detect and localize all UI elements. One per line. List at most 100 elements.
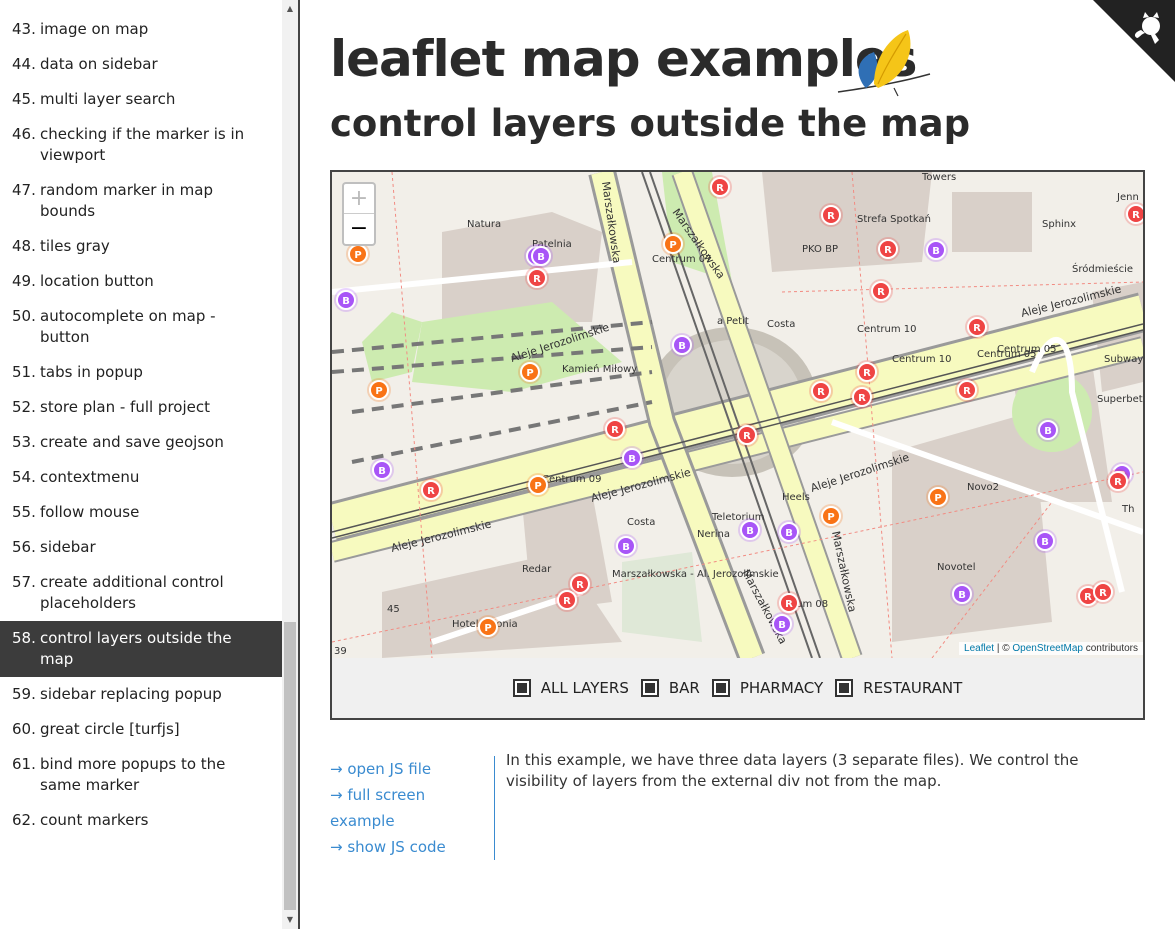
sidebar-item-label: scale [40,0,264,5]
restaurant-marker[interactable]: R [603,417,627,441]
sidebar-item-number: 46. [12,125,36,143]
layer-toggle-restaurant[interactable]: RESTAURANT [835,679,962,697]
restaurant-marker[interactable]: R [708,175,732,199]
sidebar-scrollbar[interactable]: ▲ ▼ [282,0,298,929]
sidebar-list: 42.scale43.image on map44.data on sideba… [0,0,282,838]
sidebar-item[interactable]: 48. tiles gray [0,229,282,264]
layer-label-bar: BAR [668,679,700,697]
scrollbar-thumb[interactable] [284,622,296,910]
sidebar-item[interactable]: 45. multi layer search [0,82,282,117]
restaurant-marker[interactable]: R [869,279,893,303]
bar-marker[interactable]: B [924,238,948,262]
sidebar-item[interactable]: 57. create additional control placeholder… [0,565,282,621]
bar-marker[interactable]: B [614,534,638,558]
pharmacy-marker-letter: P [534,481,541,492]
sidebar-item-number: 56. [12,538,36,556]
restaurant-marker[interactable]: R [1091,580,1115,604]
restaurant-marker-letter: R [1114,477,1122,488]
sidebar-item-label: autocomplete on map - button [40,307,216,346]
restaurant-marker[interactable]: R [876,237,900,261]
bar-marker[interactable]: B [370,458,394,482]
scroll-down-icon[interactable]: ▼ [282,911,298,929]
restaurant-marker[interactable]: R [777,591,801,615]
restaurant-marker[interactable]: R [965,315,989,339]
github-corner-icon[interactable] [1093,0,1175,82]
pharmacy-marker[interactable]: P [367,378,391,402]
osm-link[interactable]: OpenStreetMap [1012,643,1083,654]
sidebar-item-number: 48. [12,237,36,255]
bar-marker[interactable]: B [770,612,794,636]
show-js-code-link[interactable]: → show JS code [330,834,486,860]
sidebar-item[interactable]: 60. great circle [turfjs] [0,712,282,747]
restaurant-marker[interactable]: R [809,379,833,403]
checkbox-pharmacy[interactable] [711,679,730,697]
sidebar-item[interactable]: 62. count markers [0,803,282,838]
sidebar-item[interactable]: 58. control layers outside the map [0,621,282,677]
restaurant-marker[interactable]: R [735,423,759,447]
sidebar-item[interactable]: 42.scale [0,0,282,12]
pharmacy-marker[interactable]: P [476,615,500,639]
layer-toggle-bar[interactable]: BAR [640,679,700,697]
open-js-file-link[interactable]: → open JS file [330,756,486,782]
restaurant-marker[interactable]: R [850,385,874,409]
bar-marker[interactable]: B [1033,529,1057,553]
map-attribution: Leaflet | © OpenStreetMap contributors [959,642,1143,655]
sidebar-item[interactable]: 44. data on sidebar [0,47,282,82]
leaflet-link[interactable]: Leaflet [964,643,994,654]
sidebar-item[interactable]: 52. store plan - full project [0,390,282,425]
sidebar-item[interactable]: 43. image on map [0,12,282,47]
restaurant-marker[interactable]: R [555,588,579,612]
sidebar-item[interactable]: 55. follow mouse [0,495,282,530]
pharmacy-marker[interactable]: P [661,232,685,256]
full-screen-example-link[interactable]: → full screen example [330,782,486,834]
bar-marker[interactable]: B [670,333,694,357]
bar-marker[interactable]: B [620,446,644,470]
sidebar-item[interactable]: 56. sidebar [0,530,282,565]
restaurant-marker[interactable]: R [1106,469,1130,493]
sidebar-item[interactable]: 61. bind more popups to the same marker [0,747,282,803]
zoom-control: + − [342,182,376,246]
map-tiles[interactable]: Aleje JerozolimskieAleje JerozolimskieAl… [332,172,1143,658]
layer-toggle-all[interactable]: ALL LAYERS [512,679,629,697]
checkbox-bar[interactable] [640,679,659,697]
bar-marker[interactable]: B [950,582,974,606]
layer-toggle-pharmacy[interactable]: PHARMACY [711,679,823,697]
sidebar-item[interactable]: 51. tabs in popup [0,355,282,390]
bar-marker[interactable]: B [334,288,358,312]
sidebar-item-number: 54. [12,468,36,486]
sidebar-item[interactable]: 50. autocomplete on map - button [0,299,282,355]
sidebar-item-number: 44. [12,55,36,73]
checkbox-restaurant[interactable] [835,679,854,697]
sidebar-item[interactable]: 54. contextmenu [0,460,282,495]
sidebar-item[interactable]: 46. checking if the marker is in viewport [0,117,282,173]
bar-marker[interactable]: B [777,520,801,544]
sidebar-item-label: tabs in popup [40,363,143,381]
pharmacy-marker[interactable]: P [518,360,542,384]
zoom-in-button[interactable]: + [344,184,374,214]
map[interactable]: Aleje Jerozolimskie Aleje Jerozolimskie Al… [332,172,1143,658]
pharmacy-marker[interactable]: P [526,473,550,497]
sidebar-item-label: great circle [turfjs] [40,720,180,738]
restaurant-marker[interactable]: R [955,378,979,402]
sidebar-item[interactable]: 49. location button [0,264,282,299]
place-label: Marszałkowska - Al. Jerozolimskie [612,569,779,580]
restaurant-marker[interactable]: R [525,266,549,290]
checkbox-all[interactable] [512,679,531,697]
zoom-out-button[interactable]: − [344,214,374,244]
place-label: 45 [387,604,400,615]
pharmacy-marker[interactable]: P [819,504,843,528]
scroll-up-icon[interactable]: ▲ [282,0,298,18]
restaurant-marker-letter: R [858,393,866,404]
bar-marker[interactable]: B [529,244,553,268]
sidebar-item[interactable]: 53. create and save geojson [0,425,282,460]
sidebar-item-number: 58. [12,629,36,647]
restaurant-marker[interactable]: R [819,203,843,227]
bar-marker[interactable]: B [738,518,762,542]
pharmacy-marker[interactable]: P [926,485,950,509]
sidebar-item[interactable]: 47. random marker in map bounds [0,173,282,229]
restaurant-marker[interactable]: R [419,478,443,502]
restaurant-marker[interactable]: R [855,360,879,384]
sidebar-item[interactable]: 59. sidebar replacing popup [0,677,282,712]
place-label: 39 [334,646,347,657]
bar-marker[interactable]: B [1036,418,1060,442]
